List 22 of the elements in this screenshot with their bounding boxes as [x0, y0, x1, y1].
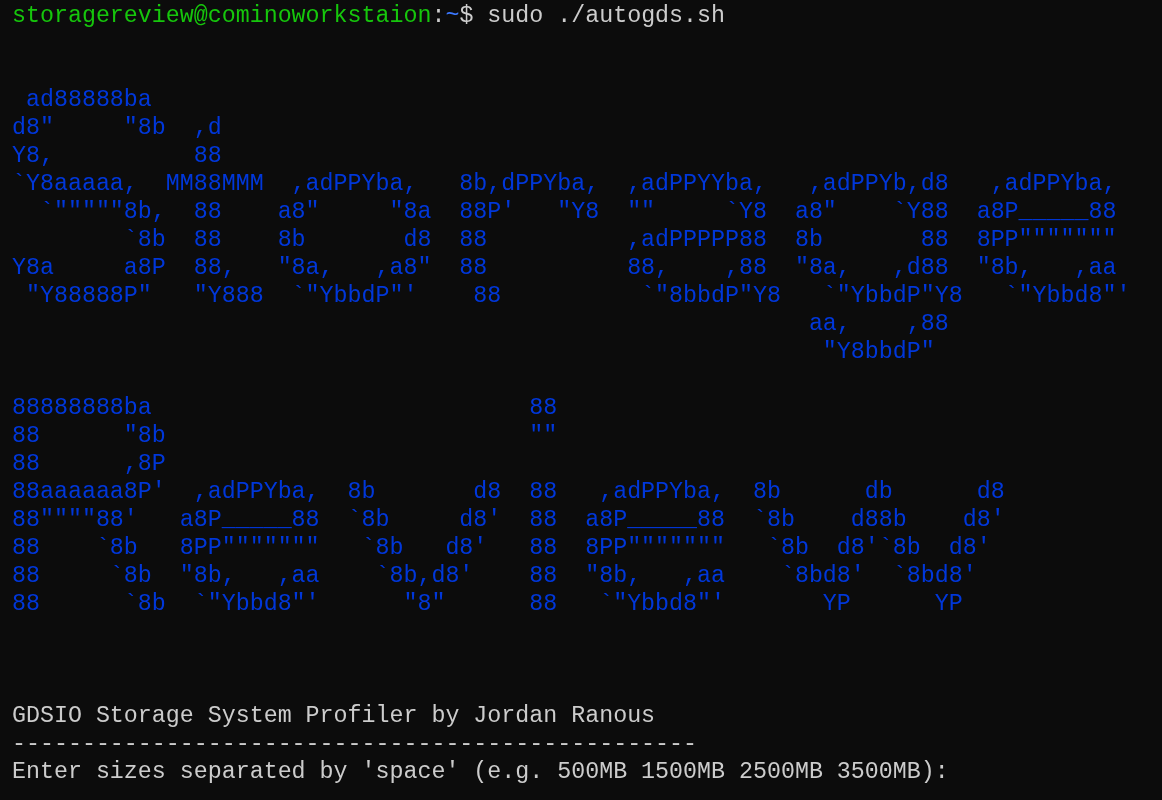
ascii-art-line: "Y88888P" "Y888 `"YbbdP"' 88 `"8bbdP"Y8 `"YbbdP"Y8 `"Ybbd8"' — [24, 282, 1131, 310]
input-prompt-text: Enter sizes separated by 'space' (e.g. 500MB 1500MB 2500MB 3500MB): — [12, 758, 949, 786]
ascii-art-line: `Y8aaaaa, MM88MMM ,adPPYba, 8b,dPPYba, ,adPPYYba, ,adPPYb,d8 ,adPPYba, — [12, 170, 1117, 198]
ascii-art-line: `"""""8b, 88 a8" "8a 88P' "Y8 "" `Y8 a8" `Y88 a8P_____88 — [38, 198, 1117, 226]
ascii-art-line: `8b 88 8b d8 88 ,adPPPPP88 8b 88 8PP""""""" — [122, 226, 1117, 254]
ascii-art-line: Y8, 88 — [12, 142, 222, 170]
ascii-art-line: 88888888ba 88 — [12, 394, 558, 422]
ascii-art-line: 88 "8b "" — [12, 422, 558, 450]
program-title: GDSIO Storage System Profiler by Jordan Ranous — [12, 702, 656, 730]
ascii-art-line: "Y8bbdP" — [821, 338, 935, 366]
ascii-art-line: 88 ,8P — [12, 450, 166, 478]
ascii-art-line: 88 `8b 8PP""""""" `8b d8' 88 8PP""""""" `8b d8'`8b d8' — [12, 534, 991, 562]
divider-text: ------------------------------------------------- — [12, 730, 698, 758]
ascii-art-line: 88 `8b "8b, ,aa `8b,d8' 88 "8b, ,aa `8bd8' `8bd8' — [12, 562, 977, 590]
command-prompt-line: storagereview@cominoworkstaion:~$ sudo ./autogds.sh — [12, 2, 726, 30]
ascii-art-line: 88""""88' a8P_____88 `8b d8' 88 a8P_____88 `8b d88b d8' — [12, 506, 1005, 534]
ascii-art-line: 88aaaaaa8P' ,adPPYba, 8b d8 88 ,adPPYba, 8b db d8 — [12, 478, 1005, 506]
ascii-art-line: d8" "8b ,d — [12, 114, 222, 142]
ascii-art-line: aa, ,88 — [807, 310, 949, 338]
ascii-art-line: Y8a a8P 88, "8a, ,a8" 88 88, ,88 "8a, ,d88 "8b, ,aa — [12, 254, 1117, 282]
ascii-art-line: 88 `8b `"Ybbd8"' "8" 88 `"Ybbd8"' YP YP — [12, 590, 963, 618]
ascii-art-line: ad88888ba — [24, 86, 152, 114]
